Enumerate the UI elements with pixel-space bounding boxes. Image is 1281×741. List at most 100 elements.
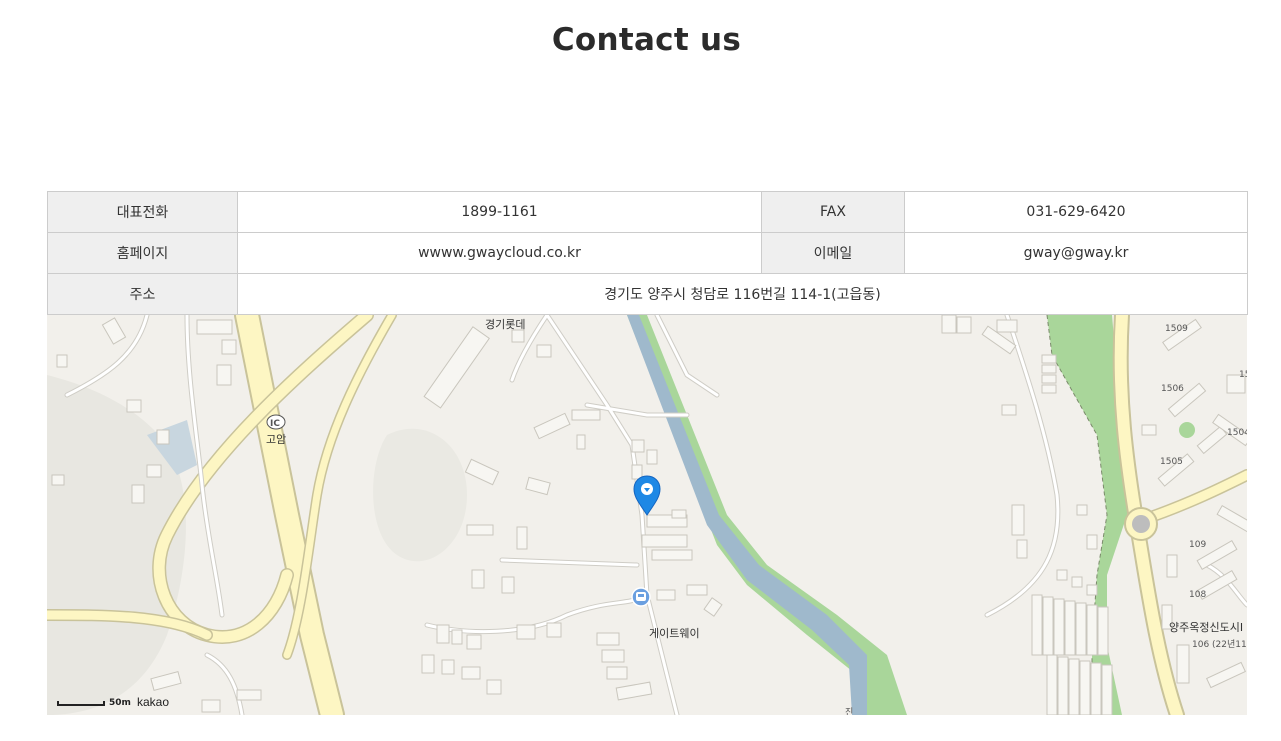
building [671,509,687,519]
building [1086,584,1098,596]
map-label-bldg: 15 [1239,370,1247,380]
building [56,354,68,368]
building [1101,664,1113,715]
homepage-value[interactable]: wwww.gwaycloud.co.kr [237,232,762,274]
ic-badge-icon: IC [266,414,286,430]
building [196,319,233,335]
map-view[interactable]: 경기롯데 고암 게이트웨이 양주옥정신도시I 106 (22년11 1509 1… [47,315,1247,715]
building [1090,662,1102,715]
map-label-gateway: 게이트웨이 [649,627,700,640]
building [1068,658,1080,715]
email-label: 이메일 [761,232,905,274]
building [996,319,1018,333]
building [451,629,463,645]
building [596,632,620,646]
building [466,634,482,650]
scale-bar [57,701,105,706]
building [511,329,525,343]
scale-label: 50m [109,698,131,708]
building [461,666,481,680]
building [1141,424,1157,436]
building [1016,539,1028,559]
building [631,464,643,480]
building [221,339,237,355]
building [516,526,528,550]
building [1057,656,1069,715]
building [156,429,170,445]
building [546,622,562,638]
building [236,689,262,701]
building [641,534,688,548]
map-label-goam: 고암 [266,433,286,446]
map-label-lotte: 경기롯데 [485,318,525,331]
building [651,549,693,561]
fax-value: 031-629-6420 [904,191,1248,233]
building [1001,404,1017,416]
building [146,464,162,478]
building [1064,600,1076,656]
park-area [1179,422,1195,438]
phone-value: 1899-1161 [237,191,762,233]
building [1056,569,1068,581]
map-label-bldg: 1506 [1161,384,1184,394]
building [536,344,552,358]
building [516,624,536,640]
building [441,659,455,675]
building [1042,596,1054,656]
building [1041,354,1057,364]
email-value[interactable]: gway@gway.kr [904,232,1248,274]
building [421,654,435,674]
building [201,699,221,713]
map-label-bldg: 1505 [1160,457,1183,467]
table-row: 대표전화 1899-1161 FAX 031-629-6420 [47,191,1248,233]
building [131,484,145,504]
building [1011,504,1025,536]
building [1041,364,1057,374]
building [1086,604,1098,656]
map-label-bldg: 109 [1189,540,1206,550]
map-label-stream: 진 [845,707,853,715]
building [646,449,658,465]
homepage-label: 홈페이지 [47,232,238,274]
building [1076,504,1088,516]
building [471,569,485,589]
building [1041,384,1057,394]
building [216,364,232,386]
building [606,666,628,680]
building [956,316,972,334]
ic-badge-label: IC [270,419,280,429]
address-value: 경기도 양주시 청담로 116번길 114-1(고읍동) [237,273,1248,315]
building [1041,374,1057,384]
building [1071,576,1083,588]
map-label-bldg: 1504 [1227,428,1247,438]
contact-info-table: 대표전화 1899-1161 FAX 031-629-6420 홈페이지 www… [47,191,1248,315]
building [486,679,502,695]
building [1166,554,1178,578]
roundabout-center [1132,515,1150,533]
building [1053,598,1065,656]
table-row: 주소 경기도 양주시 청담로 116번길 114-1(고읍동) [47,273,1248,315]
building [51,474,65,486]
building [1031,594,1043,656]
building [501,576,515,594]
building [126,399,142,413]
building [601,649,625,663]
building [1079,660,1091,715]
building [576,434,586,450]
map-label-bldg: 1509 [1165,324,1188,334]
building [941,315,957,334]
building [656,589,676,601]
page-title: Contact us [551,22,742,58]
phone-label: 대표전화 [47,191,238,233]
building [631,439,645,453]
map-canvas: 경기롯데 고암 게이트웨이 양주옥정신도시I 106 (22년11 1509 1… [47,315,1247,715]
building [1176,644,1190,684]
building [1046,654,1058,715]
building [1097,606,1109,656]
map-label-bldg: 108 [1189,590,1206,600]
address-label: 주소 [47,273,238,315]
building [571,409,601,421]
bus-stop-icon[interactable] [631,587,651,607]
building [466,524,494,536]
map-provider-logo: kakao [137,695,170,709]
